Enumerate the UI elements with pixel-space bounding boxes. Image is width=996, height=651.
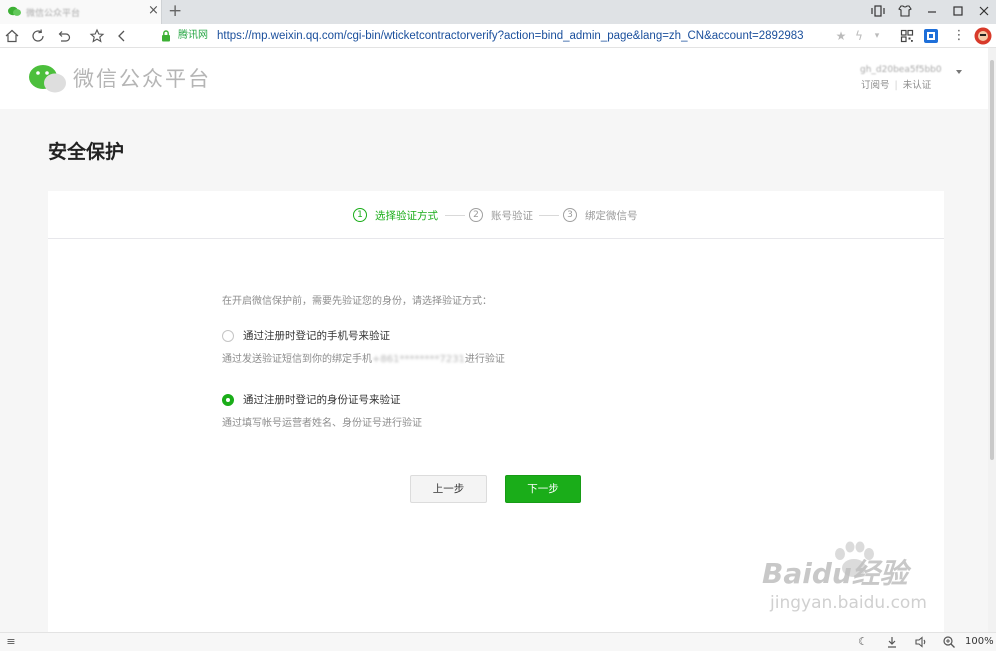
phone-desc-suffix: 进行验证 — [464, 354, 505, 365]
translate-extension-icon[interactable] — [923, 28, 939, 44]
qr-code-icon[interactable] — [899, 28, 915, 44]
step-2-label: 账号验证 — [491, 209, 533, 222]
maximize-icon[interactable] — [950, 4, 966, 18]
wechat-logo-icon — [29, 65, 66, 93]
meta-divider: | — [894, 80, 898, 91]
account-meta: 订阅号 | 未认证 — [861, 80, 931, 92]
step-2: 2 账号验证 — [469, 207, 533, 223]
menu-dots-icon[interactable]: ⋮ — [951, 28, 967, 44]
page-scrollbar[interactable] — [988, 48, 996, 632]
status-bar: ≡ ☾ 100% — [0, 632, 996, 651]
tablet-mode-icon[interactable] — [870, 4, 886, 18]
step-1-label: 选择验证方式 — [375, 209, 438, 222]
step-2-number: 2 — [469, 208, 483, 222]
phone-verify-desc: 通过发送验证短信到你的绑定手机+861********7231进行验证 — [222, 353, 505, 367]
verify-status: 未认证 — [902, 80, 932, 91]
verify-prompt: 在开启微信保护前，需要先验证您的身份，请选择验证方式： — [222, 296, 492, 307]
step-3: 3 绑定微信号 — [563, 207, 638, 223]
site-identity[interactable]: 腾讯网 — [178, 30, 208, 42]
tab-bar: 微信公众平台 × + — [0, 0, 996, 24]
prev-step-button[interactable]: 上一步 — [410, 475, 487, 503]
refresh-icon[interactable] — [30, 28, 46, 44]
account-name[interactable]: gh_d20bea5f5bb0 — [860, 65, 942, 76]
zoom-level[interactable]: 100% — [965, 636, 994, 648]
id-verify-desc: 通过填写帐号运营者姓名、身份证号进行验证 — [222, 418, 422, 429]
step-1-number: 1 — [353, 208, 367, 222]
step-indicator: 1 选择验证方式 2 账号验证 3 绑定微信号 — [48, 191, 944, 239]
tab-close-icon[interactable]: × — [148, 3, 159, 19]
step-connector — [445, 215, 465, 216]
masked-phone: +861********7231 — [372, 354, 465, 365]
step-connector — [539, 215, 559, 216]
account-dropdown-icon[interactable] — [956, 70, 962, 74]
id-verify-label[interactable]: 通过注册时登记的身份证号来验证 — [243, 393, 401, 407]
minimize-icon[interactable] — [924, 4, 940, 18]
undo-close-icon[interactable] — [56, 28, 72, 44]
page-viewport: 微信公众平台 gh_d20bea5f5bb0 订阅号 | 未认证 安全保护 1 选择… — [0, 48, 996, 632]
dropdown-arrow-icon[interactable]: ▾ — [870, 29, 884, 43]
back-icon[interactable] — [114, 28, 130, 44]
new-tab-icon[interactable]: + — [168, 1, 182, 21]
security-card: 1 选择验证方式 2 账号验证 3 绑定微信号 在开启微信保护前，需要先验证您的… — [48, 191, 944, 632]
scrollbar-thumb[interactable] — [990, 60, 994, 460]
step-1: 1 选择验证方式 — [353, 207, 438, 223]
tab-title: 微信公众平台 — [26, 9, 81, 19]
lock-icon — [162, 30, 170, 42]
phone-verify-label[interactable]: 通过注册时登记的手机号来验证 — [243, 329, 390, 343]
bookmark-star-icon[interactable]: ★ — [834, 29, 848, 43]
account-type: 订阅号 — [861, 80, 890, 91]
address-bar: 腾讯网 https://mp.weixin.qq.com/cgi-bin/wti… — [0, 24, 996, 48]
mp-header: 微信公众平台 gh_d20bea5f5bb0 订阅号 | 未认证 — [0, 48, 996, 109]
close-window-icon[interactable] — [976, 4, 992, 18]
wechat-favicon-icon — [8, 6, 21, 16]
page-title: 安全保护 — [48, 141, 125, 163]
url-input[interactable]: https://mp.weixin.qq.com/cgi-bin/wticket… — [217, 29, 825, 43]
zoom-icon[interactable] — [942, 635, 956, 649]
download-icon[interactable] — [885, 635, 899, 649]
id-verify-radio[interactable] — [222, 394, 234, 406]
next-step-button[interactable]: 下一步 — [505, 475, 581, 503]
favorite-star-icon[interactable] — [89, 28, 105, 44]
phone-desc-prefix: 通过发送验证短信到你的绑定手机 — [222, 354, 372, 365]
step-3-number: 3 — [563, 208, 577, 222]
night-mode-icon[interactable]: ☾ — [856, 635, 870, 649]
sidebar-toggle-icon[interactable]: ≡ — [4, 635, 18, 649]
shirt-skin-icon[interactable] — [897, 4, 913, 18]
tab-active[interactable]: 微信公众平台 × — [0, 0, 162, 24]
volume-icon[interactable] — [914, 635, 928, 649]
home-icon[interactable] — [4, 28, 20, 44]
step-3-label: 绑定微信号 — [585, 209, 638, 222]
phone-verify-radio[interactable] — [222, 330, 234, 342]
platform-name: 微信公众平台 — [73, 67, 211, 91]
user-avatar-icon[interactable] — [974, 27, 992, 45]
lightning-icon[interactable]: ϟ — [852, 29, 866, 43]
